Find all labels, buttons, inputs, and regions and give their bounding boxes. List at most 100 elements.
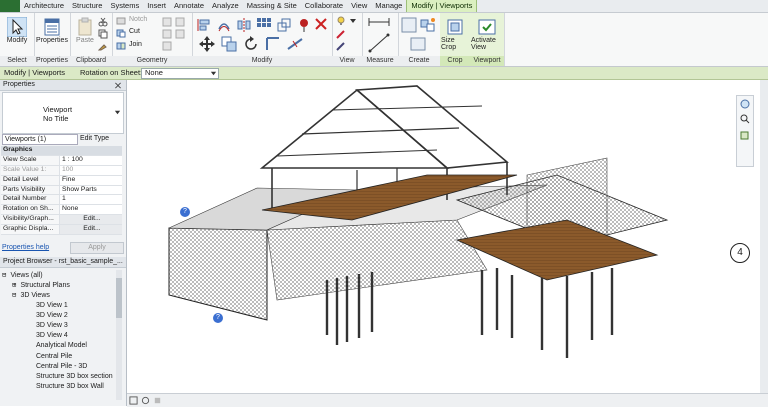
prop-value: 100 bbox=[60, 165, 122, 175]
tab-manage[interactable]: Manage bbox=[371, 0, 406, 12]
tree-item[interactable]: ⊟ Views (all) bbox=[2, 270, 114, 280]
copy-icon[interactable] bbox=[98, 29, 108, 39]
prop-value[interactable]: 1 bbox=[60, 195, 122, 205]
prop-value[interactable]: None bbox=[60, 205, 122, 215]
close-icon[interactable] bbox=[114, 82, 122, 89]
array-icon[interactable] bbox=[256, 17, 272, 33]
drawing-area[interactable]: ? ? 4 bbox=[127, 80, 768, 393]
modify-button[interactable]: Modify bbox=[4, 15, 30, 44]
tab-analyze[interactable]: Analyze bbox=[208, 0, 243, 12]
tab-systems[interactable]: Systems bbox=[106, 0, 143, 12]
apply-button[interactable]: Apply bbox=[70, 242, 124, 254]
tab-modify-viewports[interactable]: Modify | Viewports bbox=[406, 0, 478, 12]
browser-scrollbar[interactable] bbox=[116, 270, 122, 400]
instance-filter-select[interactable]: Viewports (1) bbox=[2, 134, 78, 145]
table-row[interactable]: Detail Number 1 bbox=[1, 195, 122, 206]
offset-icon[interactable] bbox=[216, 17, 232, 33]
view-cube-icon[interactable] bbox=[740, 130, 750, 140]
create-assembly-icon[interactable] bbox=[420, 17, 436, 33]
prop-value[interactable]: Fine bbox=[60, 175, 122, 185]
tree-item[interactable]: Analytical Model bbox=[2, 341, 114, 351]
tab-architecture[interactable]: Architecture bbox=[20, 0, 68, 12]
properties-button[interactable]: Properties bbox=[36, 15, 68, 44]
group-graphics[interactable]: Graphics bbox=[1, 146, 122, 156]
table-row[interactable]: Rotation on Sh... None bbox=[1, 205, 122, 216]
help-marker-icon[interactable]: ? bbox=[180, 207, 190, 217]
tab-annotate[interactable]: Annotate bbox=[170, 0, 208, 12]
tab-massing-site[interactable]: Massing & Site bbox=[243, 0, 301, 12]
measure-between-icon[interactable] bbox=[368, 17, 390, 27]
application-menu-button[interactable] bbox=[0, 0, 20, 12]
view-callout-tag[interactable]: 4 bbox=[730, 243, 750, 263]
notch-icon[interactable] bbox=[116, 16, 126, 26]
visual-style-icon[interactable] bbox=[153, 396, 162, 405]
delete-icon[interactable] bbox=[314, 17, 328, 31]
cut-icon[interactable] bbox=[98, 17, 108, 27]
detail-level-icon[interactable] bbox=[141, 396, 150, 405]
paste-button[interactable]: Paste bbox=[74, 15, 96, 44]
tree-item-label: Structure 3D box Wall bbox=[36, 383, 104, 391]
tab-structure[interactable]: Structure bbox=[68, 0, 106, 12]
tree-item[interactable]: Central Pile - 3D bbox=[2, 362, 114, 372]
move-icon[interactable] bbox=[198, 35, 216, 53]
align-icon[interactable] bbox=[196, 17, 212, 33]
tree-item[interactable]: 3D View 3 bbox=[2, 321, 114, 331]
table-row[interactable]: View Scale 1 : 100 bbox=[1, 155, 122, 166]
tree-item[interactable]: ⊞ Structural Plans bbox=[2, 280, 114, 290]
pen-icon[interactable] bbox=[336, 29, 346, 39]
tree-item[interactable]: Structure 3D box Wall bbox=[2, 382, 114, 392]
activate-view-button[interactable]: Activate View bbox=[471, 15, 503, 51]
geometry-tool-2-icon[interactable] bbox=[175, 17, 185, 27]
dimension-icon[interactable] bbox=[368, 33, 390, 53]
view-scale-icon[interactable] bbox=[129, 396, 138, 405]
tree-item[interactable]: 3D View 1 bbox=[2, 301, 114, 311]
tree-item[interactable]: ⊟ 3D Views bbox=[2, 290, 114, 300]
geometry-tool-1-icon[interactable] bbox=[162, 17, 172, 27]
edit-button[interactable]: Edit... bbox=[60, 225, 122, 235]
steering-wheel-icon[interactable] bbox=[740, 99, 750, 109]
tab-view[interactable]: View bbox=[347, 0, 371, 12]
table-row[interactable]: Graphic Displa... Edit... bbox=[1, 225, 122, 236]
type-selector[interactable]: Viewport No Title bbox=[2, 92, 124, 134]
table-row[interactable]: Detail Level Fine bbox=[1, 175, 122, 186]
vertical-scrollbar[interactable] bbox=[760, 80, 768, 393]
rotation-select[interactable]: None bbox=[141, 68, 219, 79]
cut-geometry-icon[interactable] bbox=[116, 28, 126, 38]
tree-item[interactable]: Central Pile bbox=[2, 352, 114, 362]
scrollbar-thumb[interactable] bbox=[116, 278, 122, 318]
geometry-tool-5-icon[interactable] bbox=[162, 41, 172, 51]
prop-key: Rotation on Sh... bbox=[1, 205, 60, 215]
match-properties-icon[interactable] bbox=[98, 41, 108, 51]
zoom-icon[interactable] bbox=[740, 114, 750, 124]
geometry-tool-4-icon[interactable] bbox=[175, 29, 185, 39]
scale-icon[interactable] bbox=[276, 17, 292, 33]
prop-value[interactable]: Show Parts bbox=[60, 185, 122, 195]
copy-element-icon[interactable] bbox=[220, 35, 238, 53]
rotate-icon[interactable] bbox=[242, 35, 260, 53]
geometry-tool-3-icon[interactable] bbox=[162, 29, 172, 39]
table-row[interactable]: Visibility/Graph... Edit... bbox=[1, 215, 122, 226]
tree-item[interactable]: 3D View 4 bbox=[2, 331, 114, 341]
lightbulb-icon[interactable] bbox=[336, 16, 346, 26]
tab-collaborate[interactable]: Collaborate bbox=[301, 0, 347, 12]
properties-help-link[interactable]: Properties help bbox=[2, 244, 49, 251]
tab-insert[interactable]: Insert bbox=[143, 0, 170, 12]
dropdown-arrow-icon[interactable] bbox=[348, 16, 358, 26]
create-parts-icon[interactable] bbox=[410, 37, 426, 51]
table-row[interactable]: Scale Value 1: 100 bbox=[1, 165, 122, 176]
size-crop-button[interactable]: Size Crop bbox=[441, 15, 469, 51]
prop-value[interactable]: 1 : 100 bbox=[60, 155, 122, 165]
pin-icon[interactable] bbox=[296, 17, 312, 33]
create-group-icon[interactable] bbox=[401, 17, 417, 33]
mirror-icon[interactable] bbox=[236, 17, 252, 33]
brush-icon[interactable] bbox=[336, 41, 346, 51]
table-row[interactable]: Parts Visibility Show Parts bbox=[1, 185, 122, 196]
tree-item[interactable]: 3D View 2 bbox=[2, 311, 114, 321]
edit-button[interactable]: Edit... bbox=[60, 215, 122, 225]
help-marker-icon[interactable]: ? bbox=[213, 313, 223, 323]
edit-type-button[interactable]: Edit Type bbox=[80, 134, 120, 144]
trim-extend-icon[interactable] bbox=[264, 35, 282, 53]
join-icon[interactable] bbox=[116, 41, 126, 51]
tree-item[interactable]: Structure 3D box section bbox=[2, 372, 114, 382]
split-icon[interactable] bbox=[286, 35, 304, 53]
